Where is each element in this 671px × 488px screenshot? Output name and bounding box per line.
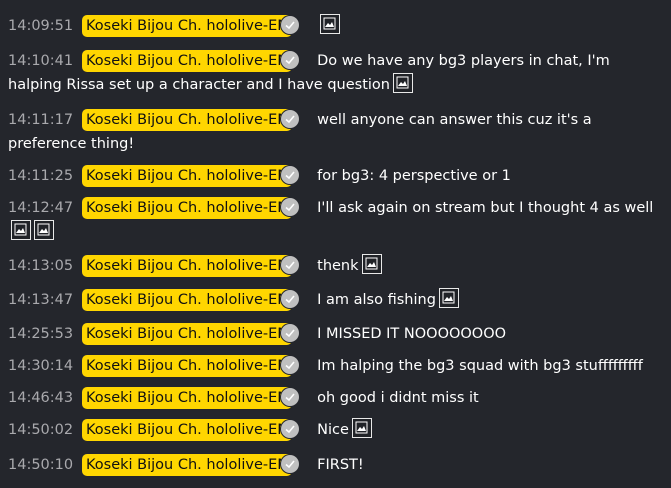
- chat-message: 14:13:47 Koseki Bijou Ch. hololive-EN I am…: [8, 288, 668, 312]
- timestamp: 14:11:17: [8, 112, 74, 128]
- message-text: oh good i didnt miss it: [317, 390, 479, 406]
- timestamp: 14:12:47: [8, 200, 74, 216]
- chat-message: 14:50:10 Koseki Bijou Ch. hololive-EN FIRS…: [8, 453, 668, 477]
- broken-image-icon: [392, 73, 413, 93]
- chat-message: 14:11:17 Koseki Bijou Ch. hololive-EN well…: [8, 108, 668, 156]
- author-name[interactable]: Koseki Bijou Ch. hololive-EN: [82, 419, 293, 441]
- verified-check-icon: [281, 16, 300, 34]
- message-text: I MISSED IT NOOOOOOOO: [317, 326, 507, 342]
- timestamp: 14:13:47: [8, 292, 74, 308]
- verified-check-icon: [281, 455, 300, 473]
- chat-message: 14:50:02 Koseki Bijou Ch. hololive-EN Nice: [8, 418, 668, 442]
- author-name[interactable]: Koseki Bijou Ch. hololive-EN: [82, 387, 293, 409]
- timestamp: 14:11:25: [8, 168, 74, 184]
- verified-check-icon: [281, 51, 300, 69]
- verified-check-icon: [281, 166, 300, 184]
- verified-check-icon: [281, 256, 300, 274]
- broken-image-icon: [361, 254, 382, 274]
- author-name[interactable]: Koseki Bijou Ch. hololive-EN: [82, 255, 293, 277]
- timestamp: 14:46:43: [8, 390, 74, 406]
- verified-check-icon: [281, 388, 300, 406]
- verified-check-icon: [281, 356, 300, 374]
- author-name[interactable]: Koseki Bijou Ch. hololive-EN: [82, 289, 293, 311]
- chat-message: 14:30:14 Koseki Bijou Ch. hololive-EN Im h…: [8, 354, 668, 378]
- message-text: for bg3: 4 perspective or 1: [317, 168, 511, 184]
- author-name[interactable]: Koseki Bijou Ch. hololive-EN: [82, 109, 293, 131]
- chat-message: 14:13:05 Koseki Bijou Ch. hololive-EN then…: [8, 254, 668, 278]
- author-name[interactable]: Koseki Bijou Ch. hololive-EN: [82, 323, 293, 345]
- message-text: Im halping the bg3 squad with bg3 stufff…: [317, 358, 643, 374]
- verified-check-icon: [281, 324, 300, 342]
- verified-check-icon: [281, 110, 300, 128]
- chat-log: 14:09:51 Koseki Bijou Ch. hololive-EN 14:…: [0, 0, 671, 488]
- message-text: thenk: [317, 258, 359, 274]
- chat-message: 14:11:25 Koseki Bijou Ch. hololive-EN for …: [8, 164, 668, 188]
- verified-check-icon: [281, 290, 300, 308]
- broken-image-icon: [34, 220, 54, 240]
- message-text: I am also fishing: [317, 292, 436, 308]
- author-name[interactable]: Koseki Bijou Ch. hololive-EN: [82, 197, 293, 219]
- broken-image-icon: [320, 14, 341, 34]
- chat-message: 14:46:43 Koseki Bijou Ch. hololive-EN oh g…: [8, 386, 668, 410]
- message-text: FIRST!: [317, 457, 364, 473]
- broken-image-icon: [438, 288, 459, 308]
- author-name[interactable]: Koseki Bijou Ch. hololive-EN: [82, 15, 293, 37]
- timestamp: 14:13:05: [8, 258, 74, 274]
- message-text: Nice: [317, 422, 349, 438]
- author-name[interactable]: Koseki Bijou Ch. hololive-EN: [82, 165, 293, 187]
- chat-message: 14:09:51 Koseki Bijou Ch. hololive-EN: [8, 14, 668, 38]
- chat-message: 14:10:41 Koseki Bijou Ch. hololive-EN Do w…: [8, 49, 668, 97]
- timestamp: 14:50:02: [8, 422, 74, 438]
- chat-message: 14:12:47 Koseki Bijou Ch. hololive-EN I'll…: [8, 196, 668, 244]
- timestamp: 14:30:14: [8, 358, 74, 374]
- timestamp: 14:25:53: [8, 326, 74, 342]
- timestamp: 14:09:51: [8, 18, 74, 34]
- verified-check-icon: [281, 420, 300, 438]
- author-name[interactable]: Koseki Bijou Ch. hololive-EN: [82, 355, 293, 377]
- verified-check-icon: [281, 198, 300, 216]
- timestamp: 14:10:41: [8, 53, 74, 69]
- broken-image-icon: [351, 418, 372, 438]
- timestamp: 14:50:10: [8, 457, 74, 473]
- author-name[interactable]: Koseki Bijou Ch. hololive-EN: [82, 50, 293, 72]
- message-text: I'll ask again on stream but I thought 4…: [317, 200, 654, 216]
- broken-image-icon: [11, 220, 31, 240]
- author-name[interactable]: Koseki Bijou Ch. hololive-EN: [82, 454, 293, 476]
- chat-message: 14:25:53 Koseki Bijou Ch. hololive-EN I MI…: [8, 322, 668, 346]
